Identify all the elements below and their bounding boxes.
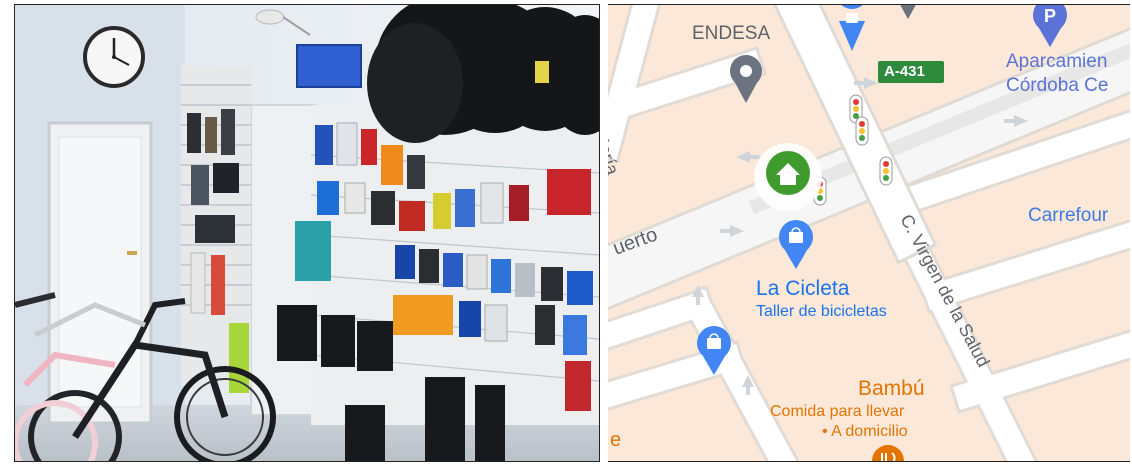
wall-clock	[83, 26, 145, 88]
svg-text:P: P	[1044, 6, 1056, 26]
map-view[interactable]: P ENDESA Aparcamien Córdoba Ce A-431 Car…	[608, 4, 1130, 462]
poi-label-bambu[interactable]: Bambú	[858, 377, 925, 401]
bike-shop-illustration	[15, 5, 599, 461]
price-tag	[535, 61, 549, 83]
poi-sublabel-comida[interactable]: Comida para llevar	[770, 403, 904, 421]
ceiling-light	[255, 9, 285, 25]
slatwall-rack	[181, 65, 251, 393]
poi-label-carrefour[interactable]: Carrefour	[1028, 205, 1108, 227]
bike-shop-photo	[14, 4, 600, 462]
white-door	[47, 121, 153, 425]
blue-crate	[296, 44, 362, 88]
highway-label: A-431	[884, 63, 925, 80]
poi-label-aparcamiento-line1[interactable]: Aparcamien	[1006, 51, 1107, 73]
teal-bag	[295, 221, 331, 281]
poi-label-aparcamiento-line2[interactable]: Córdoba Ce	[1006, 75, 1108, 97]
poi-sublabel-domicilio[interactable]: • A domicilio	[822, 423, 908, 441]
hanging-tires	[367, 5, 599, 143]
poi-label-la-cicleta[interactable]: La Cicleta	[756, 277, 849, 301]
poi-label-endesa[interactable]: ENDESA	[692, 23, 770, 45]
poi-sublabel-taller[interactable]: Taller de bicicletas	[756, 303, 887, 321]
home-icon[interactable]	[754, 143, 822, 211]
poi-label-edge[interactable]: e	[610, 429, 621, 452]
